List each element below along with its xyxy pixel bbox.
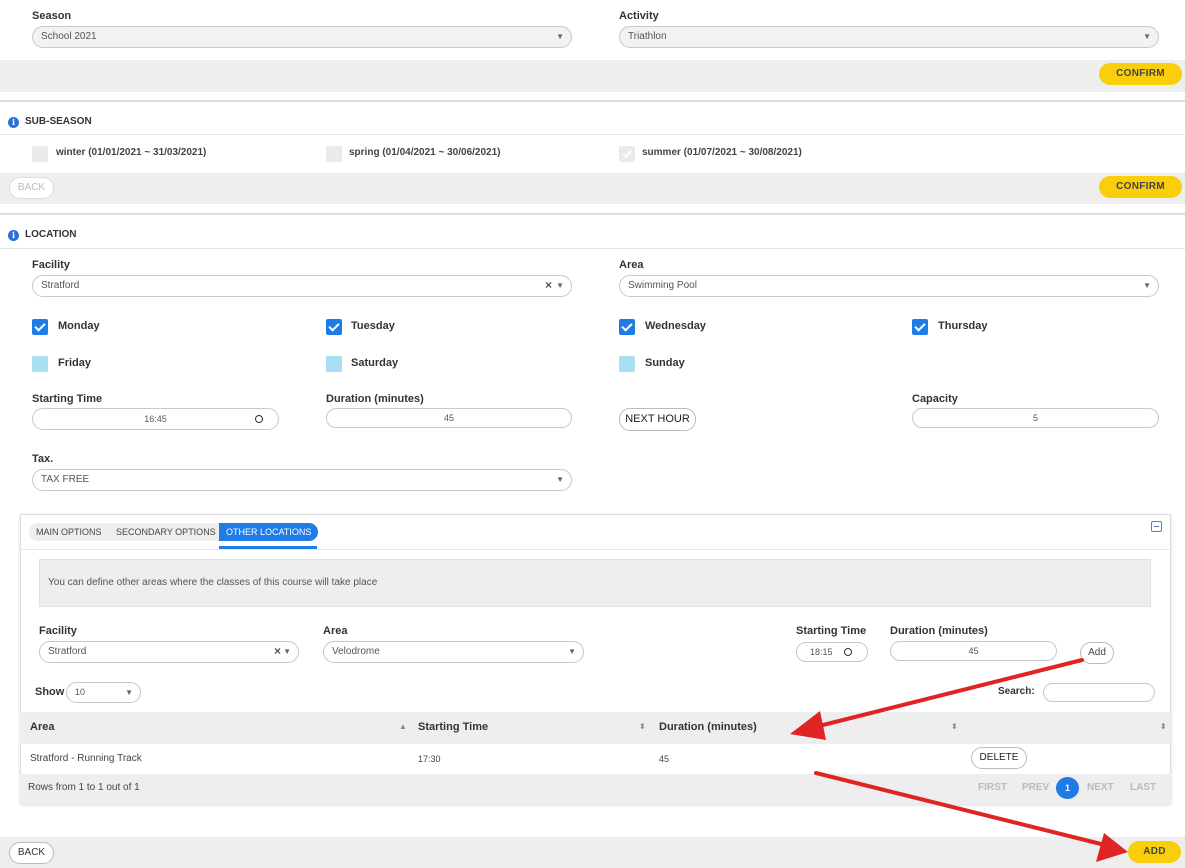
annotation-arrow-to-add bbox=[814, 771, 1128, 862]
annotation-arrows bbox=[790, 658, 1128, 862]
annotation-arrow-to-table bbox=[790, 658, 1084, 740]
